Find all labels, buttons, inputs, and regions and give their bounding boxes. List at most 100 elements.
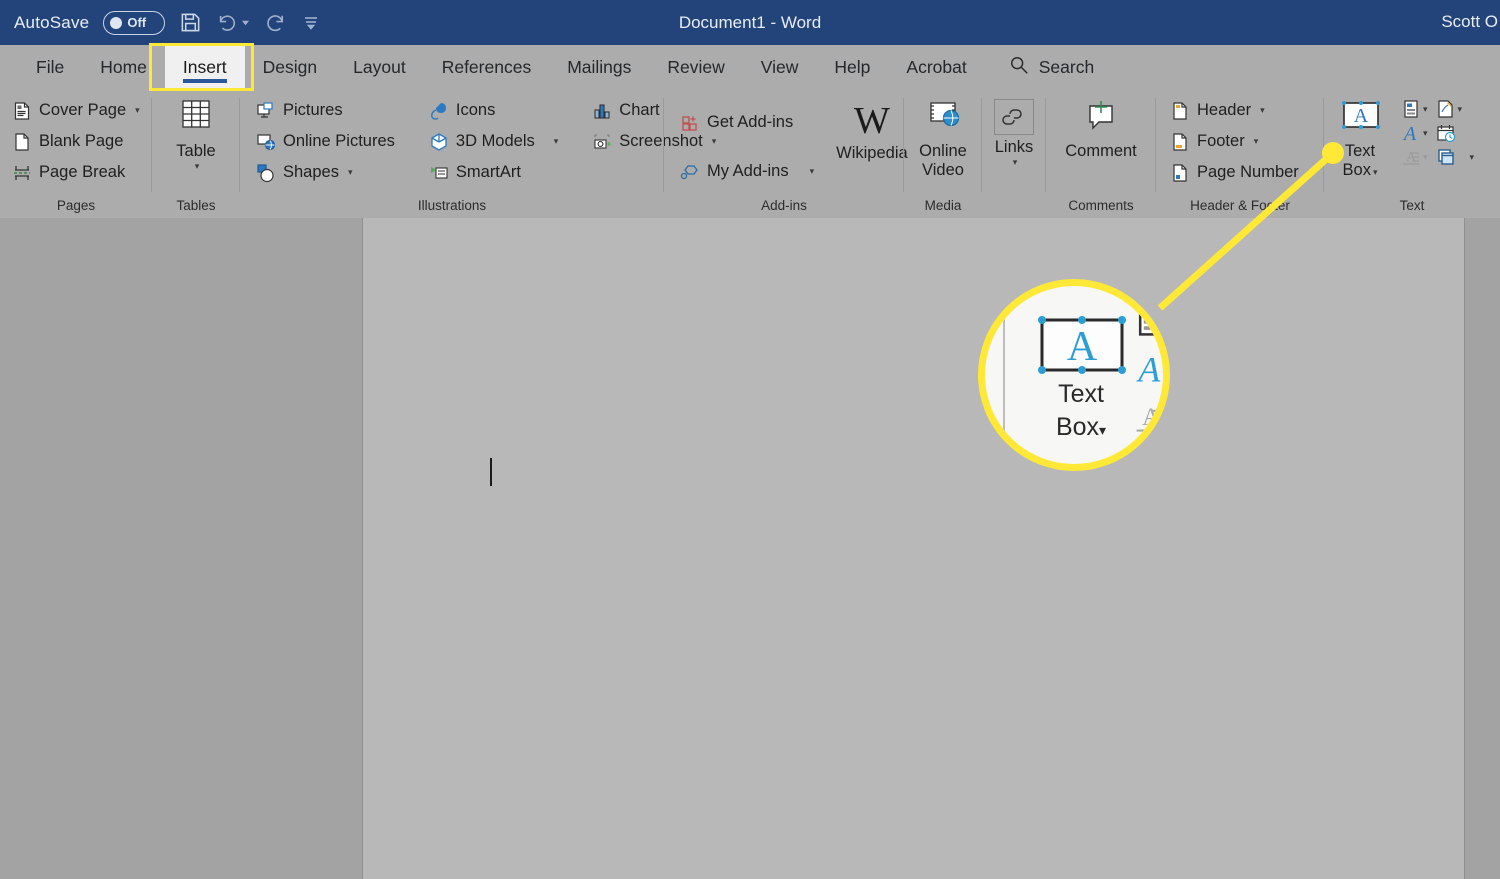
- wikipedia-icon: W: [853, 100, 890, 142]
- get-add-ins-button[interactable]: Get Add-ins: [674, 107, 820, 138]
- table-label: Table: [176, 142, 216, 160]
- 3d-models-label: 3D Models: [455, 132, 535, 150]
- tab-references[interactable]: References: [424, 45, 550, 90]
- online-pictures-button[interactable]: Online Pictures: [250, 126, 401, 157]
- chevron-down-icon[interactable]: ▾: [1260, 105, 1265, 116]
- page-break-button[interactable]: Page Break: [6, 157, 146, 188]
- document-page[interactable]: [362, 218, 1465, 879]
- blank-page-button[interactable]: Blank Page: [6, 126, 146, 157]
- tab-label: Mailings: [567, 57, 632, 77]
- magnified-label-line2: Box▾: [1055, 413, 1107, 441]
- shapes-label: Shapes: [283, 163, 339, 181]
- magnified-wordart-icon: A: [1133, 350, 1163, 392]
- tab-mailings[interactable]: Mailings: [549, 45, 649, 90]
- chevron-down-icon[interactable]: ▾: [1373, 167, 1378, 177]
- tab-design[interactable]: Design: [245, 45, 335, 90]
- online-video-icon: [921, 99, 965, 139]
- chevron-down-icon[interactable]: ▾: [195, 161, 200, 172]
- tab-home[interactable]: Home: [82, 45, 165, 90]
- chevron-down-icon[interactable]: ▾: [1013, 157, 1018, 168]
- search-input[interactable]: Search: [1009, 55, 1094, 80]
- quick-parts-icon: [1401, 99, 1421, 119]
- icons-icon: [429, 101, 449, 121]
- account-name: Scott O: [1441, 12, 1498, 31]
- table-button[interactable]: Table ▾: [166, 95, 226, 172]
- footer-button[interactable]: Footer ▾: [1164, 126, 1318, 157]
- chevron-down-icon[interactable]: ▾: [1423, 104, 1428, 115]
- ribbon-group-links: Links ▾: [982, 90, 1046, 218]
- wordart-button[interactable]: A ▾: [1398, 121, 1431, 145]
- links-button[interactable]: Links ▾: [986, 95, 1042, 168]
- date-and-time-icon: [1436, 123, 1456, 143]
- autosave-label: AutoSave: [14, 12, 90, 32]
- chevron-down-icon[interactable]: ▾: [1458, 104, 1463, 115]
- chevron-down-icon[interactable]: ▾: [348, 167, 353, 178]
- chevron-down-icon[interactable]: ▾: [1470, 152, 1475, 163]
- pictures-label: Pictures: [283, 101, 343, 119]
- my-add-ins-label: My Add-ins: [707, 162, 789, 180]
- chevron-down-icon[interactable]: ▾: [1423, 128, 1428, 139]
- icons-button[interactable]: Icons: [423, 95, 564, 126]
- quick-parts-button[interactable]: ▾: [1398, 97, 1431, 121]
- text-box-button[interactable]: A Text Box ▾: [1324, 95, 1390, 182]
- yellow-dot-pointer: [1322, 142, 1344, 164]
- chevron-down-icon[interactable]: ▾: [135, 105, 140, 116]
- page-number-button[interactable]: Page Number ▾: [1164, 157, 1318, 188]
- ribbon-group-tables: Table ▾ Tables: [152, 90, 240, 218]
- customize-quick-access-toolbar-icon[interactable]: [301, 13, 321, 33]
- 3d-models-button[interactable]: 3D Models ▾: [423, 126, 564, 157]
- blank-page-label: Blank Page: [39, 132, 124, 150]
- my-add-ins-button[interactable]: My Add-ins ▾: [674, 156, 820, 187]
- comment-label: Comment: [1065, 142, 1137, 160]
- tab-label: Acrobat: [906, 57, 967, 77]
- tab-insert[interactable]: Insert: [164, 45, 245, 90]
- ribbon-tab-strip: File Home Insert Design Layout Reference…: [0, 45, 1500, 90]
- tab-acrobat[interactable]: Acrobat: [888, 45, 984, 90]
- redo-icon[interactable]: [264, 11, 287, 34]
- chevron-down-icon[interactable]: ▾: [554, 136, 559, 147]
- tab-file[interactable]: File: [18, 45, 82, 90]
- group-label-add-ins: Add-ins: [761, 198, 807, 213]
- group-label-tables: Tables: [176, 198, 216, 213]
- chevron-down-icon[interactable]: ▾: [810, 166, 815, 177]
- tab-label: Layout: [353, 57, 406, 77]
- header-label: Header: [1197, 101, 1252, 119]
- comment-button[interactable]: Comment: [1057, 95, 1145, 161]
- header-button[interactable]: Header ▾: [1164, 95, 1318, 126]
- text-box-label-line1: Text: [1344, 142, 1376, 160]
- chevron-down-icon[interactable]: ▾: [1423, 152, 1428, 163]
- drop-cap-icon: A: [1401, 147, 1421, 167]
- shapes-button[interactable]: Shapes ▾: [250, 157, 401, 188]
- shapes-icon: [256, 163, 276, 183]
- cover-page-button[interactable]: Cover Page ▾: [6, 95, 146, 126]
- undo-icon[interactable]: [216, 11, 250, 34]
- page-break-label: Page Break: [39, 163, 126, 181]
- autosave-toggle[interactable]: Off: [103, 10, 166, 35]
- signature-line-button[interactable]: ▾: [1433, 97, 1478, 121]
- wikipedia-button[interactable]: W Wikipedia: [820, 95, 916, 163]
- ribbon-group-media: Online Video Media: [904, 90, 982, 218]
- text-box-label-line2: Box ▾: [1343, 161, 1378, 182]
- tab-review[interactable]: Review: [649, 45, 742, 90]
- tab-help[interactable]: Help: [816, 45, 888, 90]
- pictures-button[interactable]: Pictures: [250, 95, 401, 126]
- smartart-button[interactable]: SmartArt: [423, 157, 564, 188]
- chevron-down-icon[interactable]: ▾: [1308, 167, 1313, 178]
- table-icon: [174, 99, 218, 139]
- save-icon[interactable]: [179, 11, 202, 34]
- date-and-time-button[interactable]: [1433, 121, 1478, 145]
- document-canvas[interactable]: [0, 218, 1500, 879]
- signature-line-icon: [1436, 99, 1456, 119]
- tab-label: Design: [262, 57, 318, 77]
- svg-text:A: A: [1136, 351, 1161, 387]
- svg-text:A: A: [1402, 123, 1417, 143]
- drop-cap-button[interactable]: A ▾: [1398, 145, 1431, 169]
- ribbon-group-header-footer: Header ▾ Footer ▾ Page Number ▾ Header &…: [1156, 90, 1324, 218]
- tab-view[interactable]: View: [743, 45, 817, 90]
- tab-layout[interactable]: Layout: [335, 45, 424, 90]
- svg-text:A: A: [1067, 324, 1098, 370]
- online-video-button[interactable]: Online Video: [911, 95, 975, 180]
- links-icon: [994, 99, 1034, 135]
- chevron-down-icon[interactable]: ▾: [1254, 136, 1259, 147]
- object-button[interactable]: ▾: [1433, 145, 1478, 169]
